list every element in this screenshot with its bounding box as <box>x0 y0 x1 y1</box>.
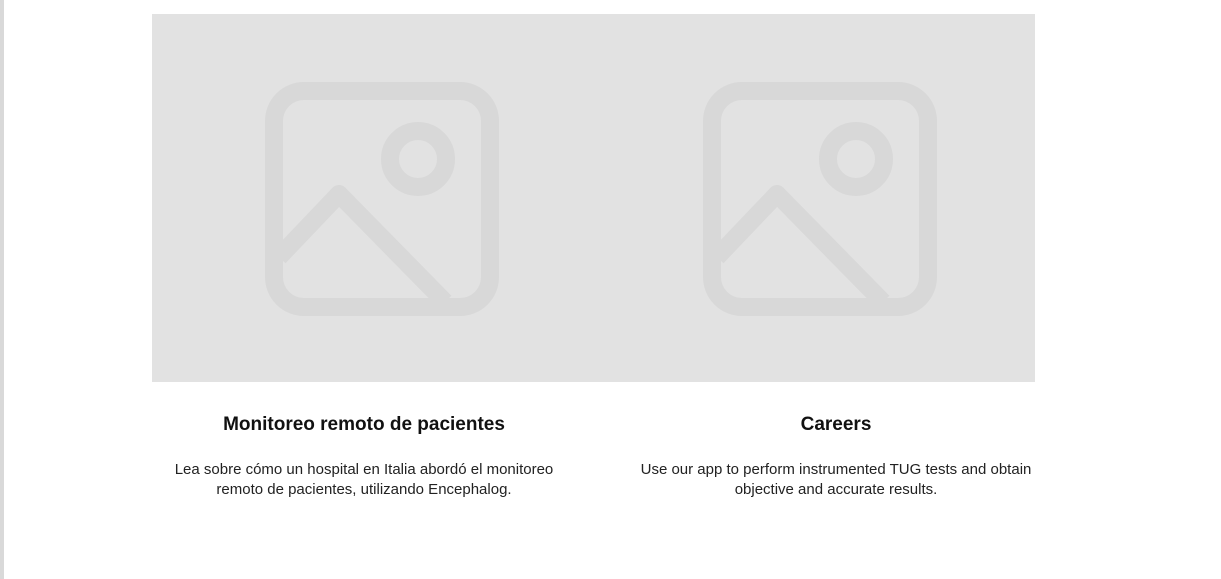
image-banner <box>152 14 1035 382</box>
card-careers: Careers Use our app to perform instrumen… <box>630 410 1042 500</box>
card-title: Careers <box>800 414 872 435</box>
image-placeholder-icon <box>703 82 937 316</box>
image-placeholder-icon <box>265 82 499 316</box>
card-title: Monitoreo remoto de pacientes <box>223 414 505 435</box>
card-remote-monitoring: Monitoreo remoto de pacientes Lea sobre … <box>160 410 568 500</box>
card-description: Use our app to perform instrumented TUG … <box>640 461 1032 498</box>
left-edge-divider <box>0 0 4 579</box>
card-description: Lea sobre cómo un hospital en Italia abo… <box>174 461 554 498</box>
